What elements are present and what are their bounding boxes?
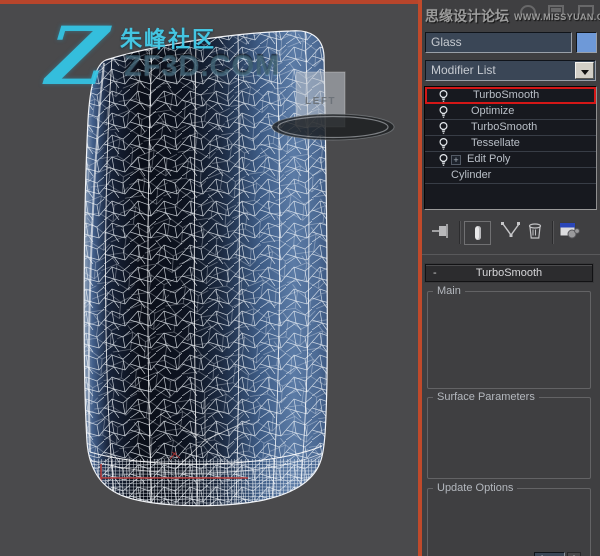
remove-modifier-button[interactable] (526, 221, 544, 245)
rollout-header-turbosmooth[interactable]: - TurboSmooth (425, 264, 593, 282)
stack-item-optimize[interactable]: Optimize (425, 104, 596, 120)
stack-toolbar (422, 219, 600, 247)
stack-item-tessellate[interactable]: Tessellate (425, 136, 596, 152)
rollout-title: TurboSmooth (475, 267, 543, 279)
rollout-section: - TurboSmooth Main Iterations: 1 ✓ Rende… (422, 254, 600, 556)
collapse-minus-icon[interactable]: - (433, 265, 445, 281)
viewport-left[interactable]: LEFT Z 朱峰社区 ZF3D.COM (0, 0, 421, 556)
viewport-active-border-top (0, 0, 421, 4)
make-unique-button[interactable] (500, 221, 522, 245)
modifier-list-dropdown[interactable]: Modifier List (425, 60, 596, 81)
lightbulb-icon[interactable] (437, 137, 450, 151)
command-panel: 思缘设计论坛 WWW.MISSYUAN.COM Glass Modifier L… (422, 0, 600, 556)
globe-icon (520, 5, 536, 20)
watermark-missyuan: 思缘设计论坛 WWW.MISSYUAN.COM (424, 2, 600, 28)
pin-icon (432, 224, 448, 238)
group-surface-parameters: Surface Parameters (427, 391, 591, 479)
viewcube-face-label: LEFT (305, 96, 336, 107)
modifier-list-label: Modifier List (431, 63, 496, 77)
object-name-value: Glass (431, 35, 462, 49)
object-name-field[interactable]: Glass (425, 32, 572, 53)
stack-item-turbosmooth-2[interactable]: TurboSmooth (425, 120, 596, 136)
object-color-swatch[interactable] (576, 32, 597, 53)
group-main: Main (427, 285, 591, 389)
lightbulb-icon[interactable] (437, 105, 450, 119)
lightbulb-icon[interactable] (437, 121, 450, 135)
group-main-label: Main (433, 285, 465, 298)
pin-stack-button[interactable] (430, 221, 454, 245)
lightbulb-icon[interactable] (437, 153, 450, 167)
trash-icon (528, 223, 542, 239)
group-surface-label: Surface Parameters (433, 391, 539, 404)
configure-sets-icon (559, 222, 580, 239)
stack-item-cylinder[interactable]: Cylinder (425, 168, 596, 184)
monitor-icon (548, 5, 564, 20)
show-end-result-icon (475, 226, 481, 240)
stack-item-turbosmooth-1[interactable]: TurboSmooth (425, 87, 596, 104)
configure-modifier-sets-button[interactable] (559, 221, 581, 245)
lightbulb-icon[interactable] (437, 89, 450, 103)
max-ui-screen: LEFT Z 朱峰社区 ZF3D.COM 思缘设计论坛 WWW.MISSYUAN… (0, 0, 600, 556)
stack-item-edit-poly[interactable]: + Edit Poly (425, 152, 596, 168)
toolbar-separator (459, 221, 461, 244)
hammer-icon (578, 5, 594, 20)
show-end-result-button[interactable] (464, 221, 491, 245)
toolbar-separator (552, 221, 554, 244)
missyuan-domain: WWW.MISSYUAN.COM (514, 12, 600, 22)
group-update-options: Update Options (427, 482, 591, 556)
group-update-label: Update Options (433, 482, 518, 495)
make-unique-icon (501, 222, 520, 237)
modifier-stack: TurboSmooth Optimize TurboSmooth Tessell… (424, 86, 597, 210)
chevron-down-icon (581, 70, 589, 75)
viewport-active-border-right[interactable] (418, 0, 422, 556)
dropdown-arrow-button[interactable] (575, 62, 594, 79)
expand-plus-icon[interactable]: + (451, 155, 461, 165)
cylinder-wireframe-object[interactable]: LEFT (0, 0, 421, 556)
missyuan-title: 思缘设计论坛 (425, 8, 509, 24)
